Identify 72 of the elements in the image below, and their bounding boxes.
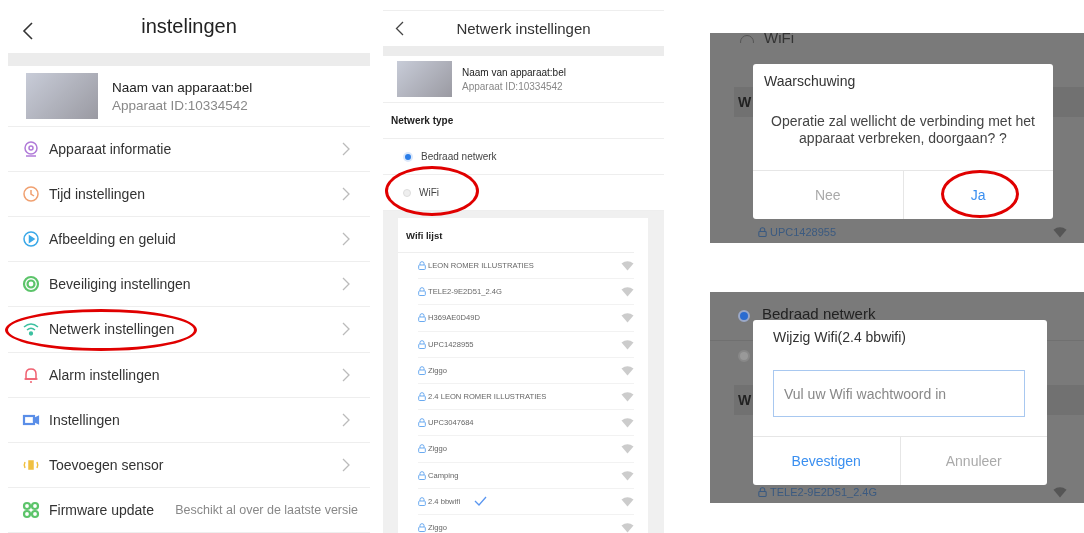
menu-item-label[interactable]: Toevoegen sensor [49, 456, 342, 473]
chevron-icon [342, 322, 350, 337]
menu-item-label[interactable]: Beveiliging instellingen [49, 276, 342, 293]
lock-icon [418, 339, 426, 349]
list-heading: W [738, 392, 752, 408]
menu-item-label[interactable]: Instellingen [49, 411, 342, 428]
lock-icon [418, 365, 426, 375]
device-id: Apparaat ID:10334542 [462, 80, 564, 92]
wifi-signal-icon [621, 260, 634, 272]
chevron-icon [342, 187, 350, 202]
wifi-signal-icon [621, 286, 634, 298]
menu-item-label[interactable]: Tijd instellingen [49, 186, 342, 203]
lock-icon [418, 261, 426, 271]
chevron-icon [342, 412, 350, 427]
network-name: TELE2-9E2D51_2.4G [770, 486, 877, 498]
dialog-title: Waarschuwing [763, 72, 857, 89]
device-id: Apparaat ID:10334542 [112, 97, 249, 113]
lock-icon [418, 470, 426, 480]
radio-label: Bedraad netwerk [762, 304, 876, 322]
photo-placeholder [397, 61, 452, 97]
menu-item-value: Beschikt al over de laatste versie [175, 502, 358, 517]
menu-item-label[interactable]: Firmware update [49, 501, 176, 518]
wifi-signal-icon [621, 417, 634, 429]
wifi-signal-icon [621, 338, 634, 350]
screen-title: Netwerk instellingen [456, 20, 591, 37]
lock-icon [418, 287, 426, 297]
lock-icon [418, 496, 426, 506]
wifi-signal-icon [1052, 486, 1068, 498]
wifi-signal-icon [621, 391, 634, 403]
lock-icon [418, 444, 426, 454]
back-icon[interactable] [22, 21, 34, 41]
photo-placeholder [26, 73, 98, 120]
dialog-title: Wijzig Wifi(2.4 bbwifi) [772, 328, 907, 345]
menu-item-label[interactable]: Alarm instellingen [49, 366, 342, 383]
wifi-signal-icon [621, 443, 634, 455]
chevron-icon [342, 232, 350, 247]
lock-icon [418, 522, 426, 532]
radio-button[interactable] [403, 151, 413, 162]
radio-button[interactable] [403, 188, 411, 197]
wifi-signal-icon [621, 521, 634, 533]
network-name: UPC1428955 [770, 226, 837, 238]
list-heading: W [738, 94, 752, 110]
menu-item-label[interactable]: Apparaat informatie [49, 140, 342, 157]
menu-item-label[interactable]: Afbeelding en geluid [49, 231, 342, 248]
lock-icon [418, 313, 426, 323]
lock-icon [758, 227, 767, 237]
lock-icon [418, 418, 426, 428]
wifi-signal-icon [1052, 226, 1068, 238]
radio-label[interactable]: WiFi [419, 187, 439, 198]
back-icon[interactable] [395, 21, 404, 36]
wifi-signal-icon [621, 495, 634, 507]
device-name: Naam van apparaat:bel [112, 79, 253, 95]
section-heading: Netwerk type [391, 115, 454, 126]
password-field[interactable]: Vul uw Wifi wachtwoord in [773, 370, 1025, 417]
device-name: Naam van apparaat:bel [462, 66, 566, 78]
chevron-icon [342, 457, 350, 472]
chevron-icon [342, 277, 350, 292]
dialog-message: Operatie zal wellicht de verbinding met het apparaat verbreken, doorgaan? ? [770, 112, 1036, 147]
wifi-signal-icon [621, 469, 634, 481]
dialog-button[interactable]: Ja [902, 171, 1053, 219]
menu-item-label[interactable]: Netwerk instellingen [49, 321, 342, 338]
radio-label[interactable]: Bedraad netwerk [421, 151, 497, 162]
lock-icon [418, 392, 426, 402]
dialog-button[interactable]: Bevestigen [753, 437, 900, 485]
list-heading: Wifi lijst [406, 229, 443, 241]
wifi-signal-icon [621, 312, 634, 324]
chevron-icon [342, 141, 350, 156]
wifi-signal-icon [621, 364, 634, 376]
chevron-icon [342, 367, 350, 382]
screen-title: instelingen [141, 14, 237, 38]
radio-label: WiFi [764, 33, 794, 43]
lock-icon [758, 487, 767, 497]
